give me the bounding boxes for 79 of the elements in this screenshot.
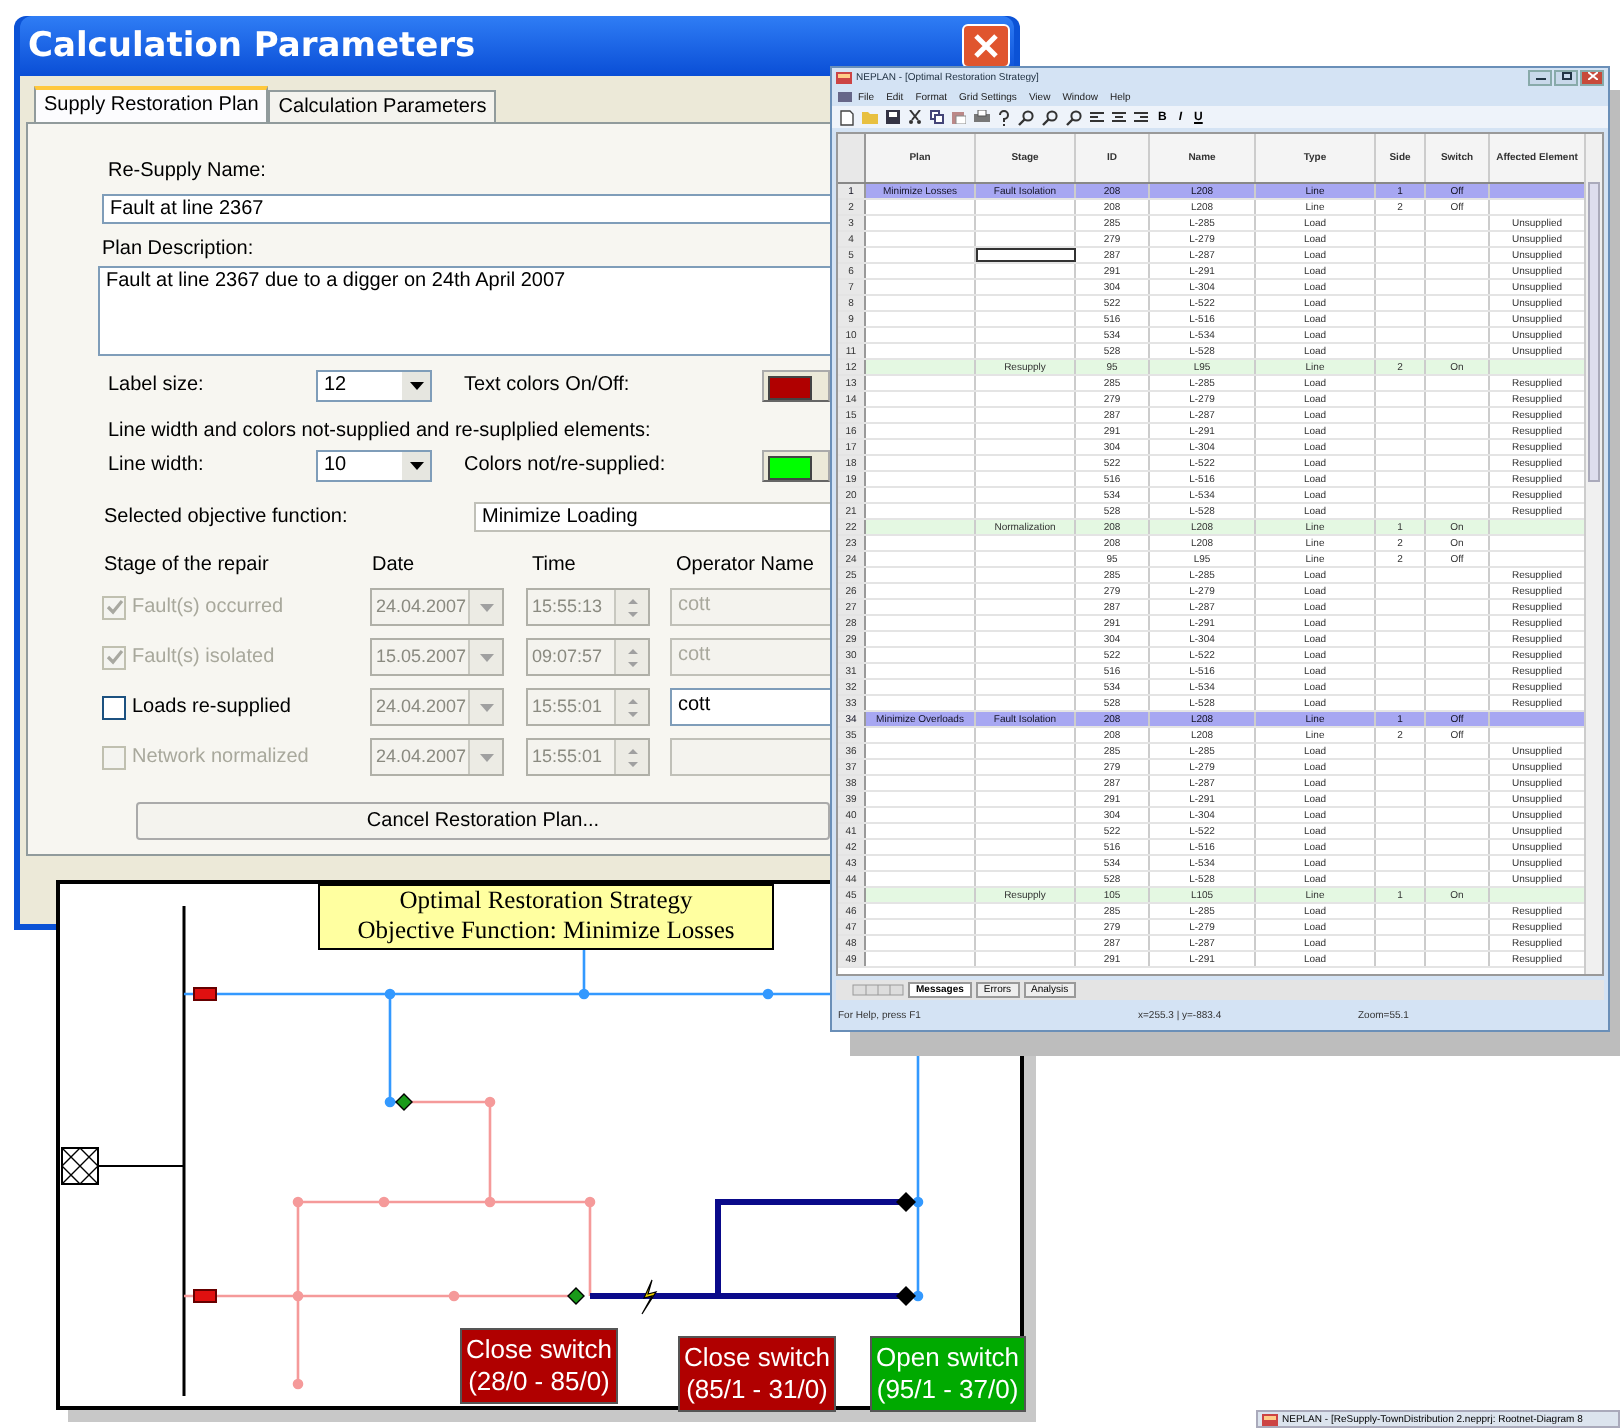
field-label: Label size: <box>108 372 206 400</box>
align-center-icon[interactable] <box>1112 111 1126 123</box>
minimize-icon <box>1535 72 1545 80</box>
objective-field[interactable]: Minimize Loading <box>474 502 830 532</box>
zoom-out-icon[interactable] <box>1042 109 1058 125</box>
dropdown-arrow-icon <box>479 653 493 661</box>
tab[interactable]: Calculation Parameters <box>268 90 497 122</box>
switch-icon <box>567 1287 585 1305</box>
operator-field[interactable] <box>670 738 830 776</box>
align-right-icon[interactable] <box>1134 111 1148 123</box>
new-file-icon[interactable] <box>840 109 854 125</box>
checkmark-icon <box>105 648 123 666</box>
window-title: Calculation Parameters <box>28 26 476 66</box>
column-header: Date <box>372 552 417 580</box>
close-icon <box>972 32 1000 60</box>
checkmark-icon <box>105 598 123 616</box>
column-header: Stage of the repair <box>104 552 271 580</box>
operator-field[interactable]: cott <box>670 688 830 726</box>
fault-lightning-icon <box>641 1279 658 1315</box>
document-icon <box>838 92 852 102</box>
close-button[interactable] <box>1580 70 1604 86</box>
dropdown-arrow-icon <box>479 703 493 711</box>
maximize-icon <box>1561 72 1571 80</box>
switch-icon <box>896 1192 916 1212</box>
switch-action-label: Close switch (85/1 - 31/0) <box>678 1336 836 1412</box>
app-icon <box>1262 1413 1278 1425</box>
column-header: Operator Name <box>676 552 814 580</box>
spinner-arrows-icon <box>625 695 639 719</box>
zoom-fit-icon[interactable] <box>1066 109 1082 125</box>
color-picker[interactable] <box>762 370 830 402</box>
switch-action-label: Open switch (95/1 - 37/0) <box>870 1336 1026 1412</box>
copy-icon[interactable] <box>930 110 944 124</box>
maximize-button[interactable] <box>1554 70 1578 86</box>
header-corner-cell[interactable] <box>838 134 866 182</box>
dropdown-arrow-icon <box>409 462 423 470</box>
column-header: Time <box>532 552 578 580</box>
dropdown[interactable]: 10 <box>316 450 432 482</box>
text-area[interactable]: Fault at line 2367 due to a digger on 24th April 2007 <box>98 266 830 356</box>
switch-icon <box>395 1093 413 1111</box>
switch-icon <box>896 1286 916 1306</box>
cut-icon[interactable] <box>908 110 922 124</box>
color-picker[interactable] <box>762 450 830 482</box>
zoom-in-icon[interactable] <box>1018 109 1034 125</box>
diagram-title-box: Optimal Restoration Strategy Objective Function: Minimize Losses <box>318 884 774 950</box>
field-label: Plan Description: <box>102 236 254 264</box>
field-label: Selected objective function: <box>104 503 350 531</box>
app-icon <box>836 72 852 84</box>
checkbox-label: Network normalized <box>132 746 309 768</box>
checkbox[interactable] <box>102 695 126 719</box>
breaker-icon <box>193 1289 217 1303</box>
help-icon[interactable] <box>998 109 1010 125</box>
breaker-icon <box>193 987 217 1001</box>
checkbox-label: Fault(s) isolated <box>132 646 275 668</box>
switch-action-label: Close switch (28/0 - 85/0) <box>460 1328 618 1404</box>
field-label: Line width: <box>108 452 206 480</box>
spinner-arrows-icon <box>625 645 639 669</box>
tab[interactable]: Supply Restoration Plan <box>34 86 269 122</box>
checkbox-label: Loads re-supplied <box>132 696 291 718</box>
input-field[interactable]: Fault at line 2367 <box>102 194 830 224</box>
cell-editor[interactable] <box>976 248 1076 262</box>
spinner-arrows-icon <box>625 745 639 769</box>
spinner-arrows-icon <box>625 595 639 619</box>
dropdown-arrow-icon <box>409 382 423 390</box>
printer-icon[interactable] <box>974 110 990 124</box>
dropdown-arrow-icon <box>479 753 493 761</box>
cancel-plan-button[interactable]: Cancel Restoration Plan... <box>136 802 830 840</box>
field-label: Text colors On/Off: <box>464 372 632 400</box>
save-icon[interactable] <box>886 110 900 124</box>
scrollbar[interactable] <box>1584 134 1602 974</box>
field-label: Re-Supply Name: <box>106 158 266 186</box>
section-caption: Line width and colors not-supplied and re-suplplied elements: <box>106 418 651 446</box>
align-left-icon[interactable] <box>1090 111 1104 123</box>
checkbox-label: Fault(s) occurred <box>132 596 284 618</box>
dropdown-arrow-icon <box>479 603 493 611</box>
close-icon <box>1587 72 1597 80</box>
paste-icon[interactable] <box>952 110 966 124</box>
minimize-button[interactable] <box>1528 70 1552 86</box>
dropdown[interactable]: 12 <box>316 370 432 402</box>
field-label: Colors not/re-supplied: <box>464 452 668 480</box>
